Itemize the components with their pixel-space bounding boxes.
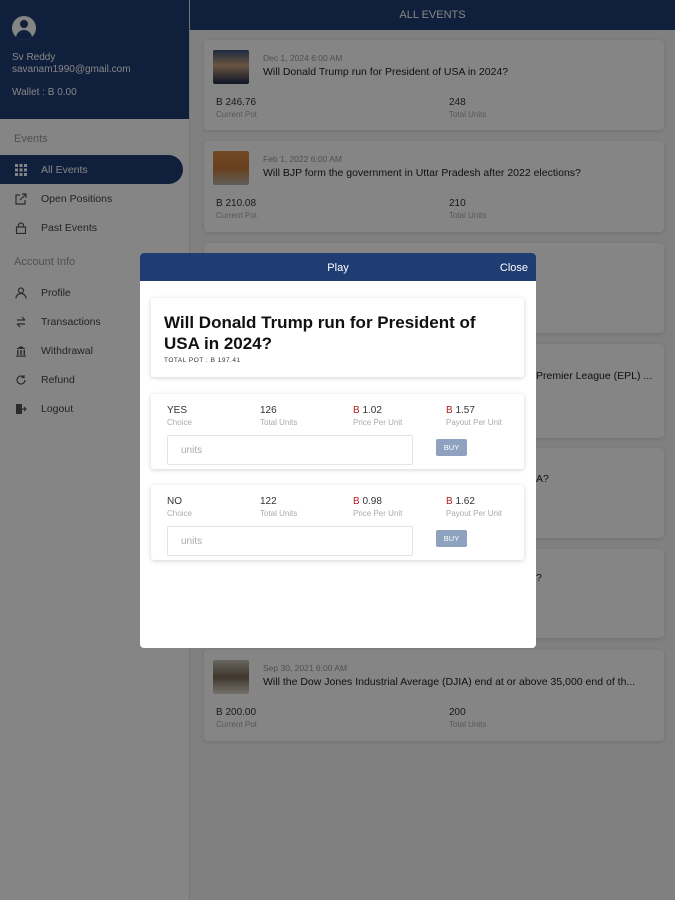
payout-stat: B 1.57 Payout Per Unit [446,405,502,427]
payout-label: Payout Per Unit [446,509,503,518]
price-value: 1.02 [362,405,382,416]
choice-label: Choice [167,418,192,427]
payout-label: Payout Per Unit [446,418,503,427]
choice-value: YES [167,405,188,416]
payout-value: 1.62 [455,496,475,507]
choice-value: NO [167,496,182,507]
modal-header: Play Close [140,253,536,281]
choice-stat: YES Choice [167,405,192,427]
choice-label: Choice [167,509,192,518]
price-value: 0.98 [362,496,382,507]
price-label: Price Per Unit [353,509,403,518]
currency-symbol: B [446,405,453,416]
option-card-no: NO Choice 122 Total Units B 0.98 Price Per … [151,485,524,560]
units-input[interactable] [167,526,413,556]
close-button[interactable]: Close [500,262,528,274]
price-stat: B 1.02 Price Per Unit [353,405,402,427]
buy-button[interactable]: BUY [436,439,467,456]
payout-value: 1.57 [455,405,475,416]
units-input[interactable] [167,435,413,465]
units-value: 126 [260,405,277,416]
units-stat: 122 Total Units [260,496,297,518]
currency-symbol: B [353,405,360,416]
total-pot: TOTAL POT : B 197.41 [164,357,241,364]
currency-symbol: B [446,496,453,507]
price-label: Price Per Unit [353,418,403,427]
units-label: Total Units [260,509,298,518]
choice-stat: NO Choice [167,496,192,518]
units-stat: 126 Total Units [260,405,297,427]
buy-button[interactable]: BUY [436,530,467,547]
modal-question: Will Donald Trump run for President of U… [164,313,476,353]
units-label: Total Units [260,418,298,427]
play-modal: Play Close Will Donald Trump run for Pre… [140,253,536,648]
modal-title: Play [327,262,349,274]
payout-stat: B 1.62 Payout Per Unit [446,496,502,518]
currency-symbol: B [353,496,360,507]
price-stat: B 0.98 Price Per Unit [353,496,402,518]
option-card-yes: YES Choice 126 Total Units B 1.02 Price Per… [151,394,524,469]
units-value: 122 [260,496,277,507]
question-card: Will Donald Trump run for President of U… [151,298,524,377]
